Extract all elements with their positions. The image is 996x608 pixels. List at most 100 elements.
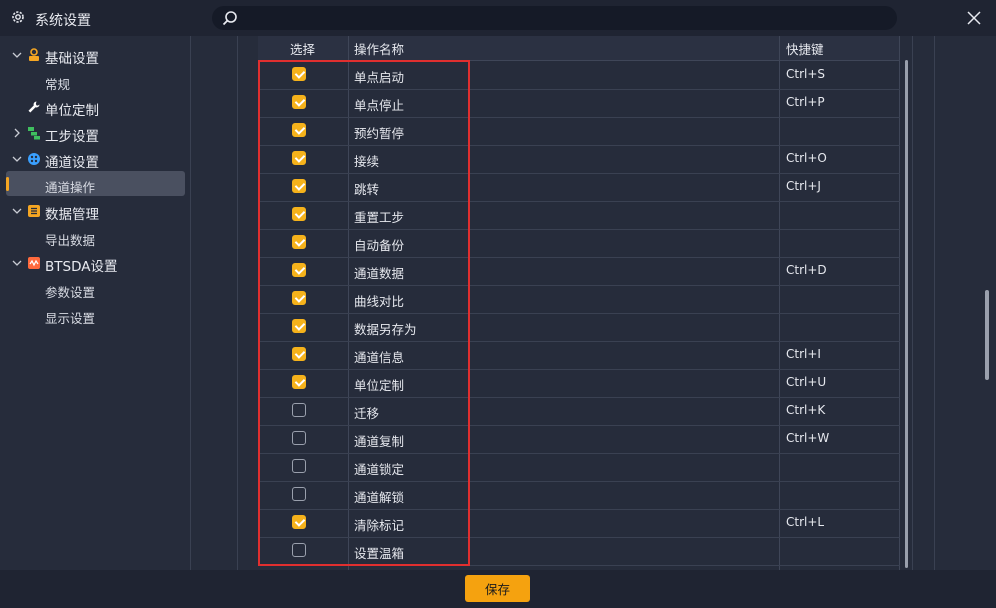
operation-name: 重置工步 <box>354 210 405 225</box>
row-checkbox[interactable] <box>292 151 306 165</box>
operation-name: 设置温箱 <box>354 546 405 561</box>
sidebar-item-channel-operation[interactable]: 通道操作 <box>0 171 190 197</box>
operation-name: 预约暂停 <box>354 126 405 141</box>
header-hotkey: 快捷键 <box>786 42 824 57</box>
row-checkbox[interactable] <box>292 515 306 529</box>
chevron-down-icon[interactable] <box>12 154 22 164</box>
table-row: 设置温箱 <box>258 537 900 566</box>
table-row: 单点启动 Ctrl+S <box>258 61 900 90</box>
sidebar-item-unit-custom[interactable]: 单位定制 <box>0 94 190 120</box>
hotkey-cell[interactable]: Ctrl+J <box>786 179 821 193</box>
row-checkbox[interactable] <box>292 179 306 193</box>
hotkey-cell[interactable]: Ctrl+O <box>786 151 827 165</box>
panel-divider <box>237 36 238 570</box>
operation-name: 数据另存为 <box>354 322 417 337</box>
row-checkbox[interactable] <box>292 291 306 305</box>
window-title: 系统设置 <box>35 13 91 29</box>
table-row: 接续 Ctrl+O <box>258 145 900 174</box>
sidebar-item-channel-settings[interactable]: 通道设置 <box>0 146 190 172</box>
row-checkbox[interactable] <box>292 459 306 473</box>
operation-name: 清除标记 <box>354 518 405 533</box>
sidebar-item-data-management[interactable]: 数据管理 <box>0 198 190 224</box>
sidebar-item-display-settings[interactable]: 显示设置 <box>0 302 190 328</box>
operation-name: 通道解锁 <box>354 490 405 505</box>
sidebar-item-general[interactable]: 常规 <box>0 68 190 94</box>
operation-name: 接续 <box>354 154 380 169</box>
table-row: 预约暂停 <box>258 117 900 146</box>
table-row: 单位定制 Ctrl+U <box>258 369 900 398</box>
save-button[interactable]: 保存 <box>465 575 530 602</box>
hotkey-cell[interactable]: Ctrl+S <box>786 67 825 81</box>
row-checkbox[interactable] <box>292 319 306 333</box>
table-header: 选择 操作名称 快捷键 <box>258 36 900 61</box>
hotkey-cell[interactable]: Ctrl+D <box>786 263 827 277</box>
badge-icon <box>29 48 39 61</box>
operation-name: 通道数据 <box>354 266 405 281</box>
row-checkbox[interactable] <box>292 263 306 277</box>
header-operation-name: 操作名称 <box>354 42 405 57</box>
table-row: 迁移 Ctrl+K <box>258 397 900 426</box>
sidebar-item-label: 通道操作 <box>45 180 96 195</box>
table-row: 重置工步 <box>258 201 900 230</box>
row-checkbox[interactable] <box>292 235 306 249</box>
table-row: 通道数据 Ctrl+D <box>258 257 900 286</box>
table-row: 清除标记 Ctrl+L <box>258 509 900 538</box>
steps-icon <box>28 127 40 140</box>
row-checkbox[interactable] <box>292 403 306 417</box>
chevron-down-icon[interactable] <box>12 258 22 268</box>
search-icon <box>222 11 237 26</box>
row-checkbox[interactable] <box>292 543 306 557</box>
search-input[interactable] <box>212 6 897 30</box>
table-row: 通道解锁 <box>258 481 900 510</box>
row-checkbox[interactable] <box>292 347 306 361</box>
wrench-icon <box>28 101 40 113</box>
operation-name: 跳转 <box>354 182 380 197</box>
hotkey-cell[interactable]: Ctrl+W <box>786 431 829 445</box>
sidebar-item-export-data[interactable]: 导出数据 <box>0 224 190 250</box>
table-scrollbar[interactable] <box>905 60 908 568</box>
row-checkbox[interactable] <box>292 431 306 445</box>
table-row: 通道锁定 <box>258 453 900 482</box>
sidebar-item-label: BTSDA设置 <box>45 259 118 275</box>
operation-name: 单点启动 <box>354 70 405 85</box>
row-checkbox[interactable] <box>292 207 306 221</box>
row-checkbox[interactable] <box>292 67 306 81</box>
active-highlight <box>6 171 185 196</box>
sidebar-item-label: 工步设置 <box>45 129 99 145</box>
hotkey-cell[interactable]: Ctrl+K <box>786 403 825 417</box>
row-checkbox[interactable] <box>292 95 306 109</box>
sidebar-item-label: 显示设置 <box>45 311 96 326</box>
table-row: 数据另存为 <box>258 313 900 342</box>
operation-name: 通道锁定 <box>354 462 405 477</box>
chevron-down-icon[interactable] <box>12 206 22 216</box>
sidebar: 基础设置 常规 单位定制 工步设置 通道设置 通道操作 数据管理 导出数据 BT… <box>0 36 191 570</box>
chevron-right-icon[interactable] <box>12 128 22 138</box>
operation-name: 曲线对比 <box>354 294 405 309</box>
row-checkbox[interactable] <box>292 123 306 137</box>
header-select: 选择 <box>290 42 316 57</box>
chevron-down-icon[interactable] <box>12 50 22 60</box>
table-row: 通道复制 Ctrl+W <box>258 425 900 454</box>
sidebar-item-label: 数据管理 <box>45 207 99 223</box>
sidebar-item-label: 单位定制 <box>45 103 99 119</box>
table-row: 通道信息 Ctrl+I <box>258 341 900 370</box>
hotkey-cell[interactable]: Ctrl+U <box>786 375 826 389</box>
hotkey-cell[interactable]: Ctrl+P <box>786 95 825 109</box>
panel-divider <box>912 36 913 570</box>
active-indicator <box>6 177 9 191</box>
operations-table: 选择 操作名称 快捷键 单点启动 Ctrl+S 单点停止 Ctrl+P 预约暂停接续 Ct… <box>258 36 900 570</box>
page-scrollbar[interactable] <box>985 290 989 380</box>
close-icon[interactable] <box>965 9 983 27</box>
row-checkbox[interactable] <box>292 375 306 389</box>
sidebar-item-btsda-settings[interactable]: BTSDA设置 <box>0 250 190 276</box>
sidebar-item-basic-settings[interactable]: 基础设置 <box>0 42 190 68</box>
hotkey-cell[interactable]: Ctrl+L <box>786 515 824 529</box>
title-bar: 系统设置 <box>0 0 996 36</box>
sidebar-item-parameter-settings[interactable]: 参数设置 <box>0 276 190 302</box>
row-checkbox[interactable] <box>292 487 306 501</box>
table-row: 单点停止 Ctrl+P <box>258 89 900 118</box>
hotkey-cell[interactable]: Ctrl+I <box>786 347 821 361</box>
sidebar-item-step-settings[interactable]: 工步设置 <box>0 120 190 146</box>
table-row: 曲线对比 <box>258 285 900 314</box>
list-icon <box>28 205 40 217</box>
